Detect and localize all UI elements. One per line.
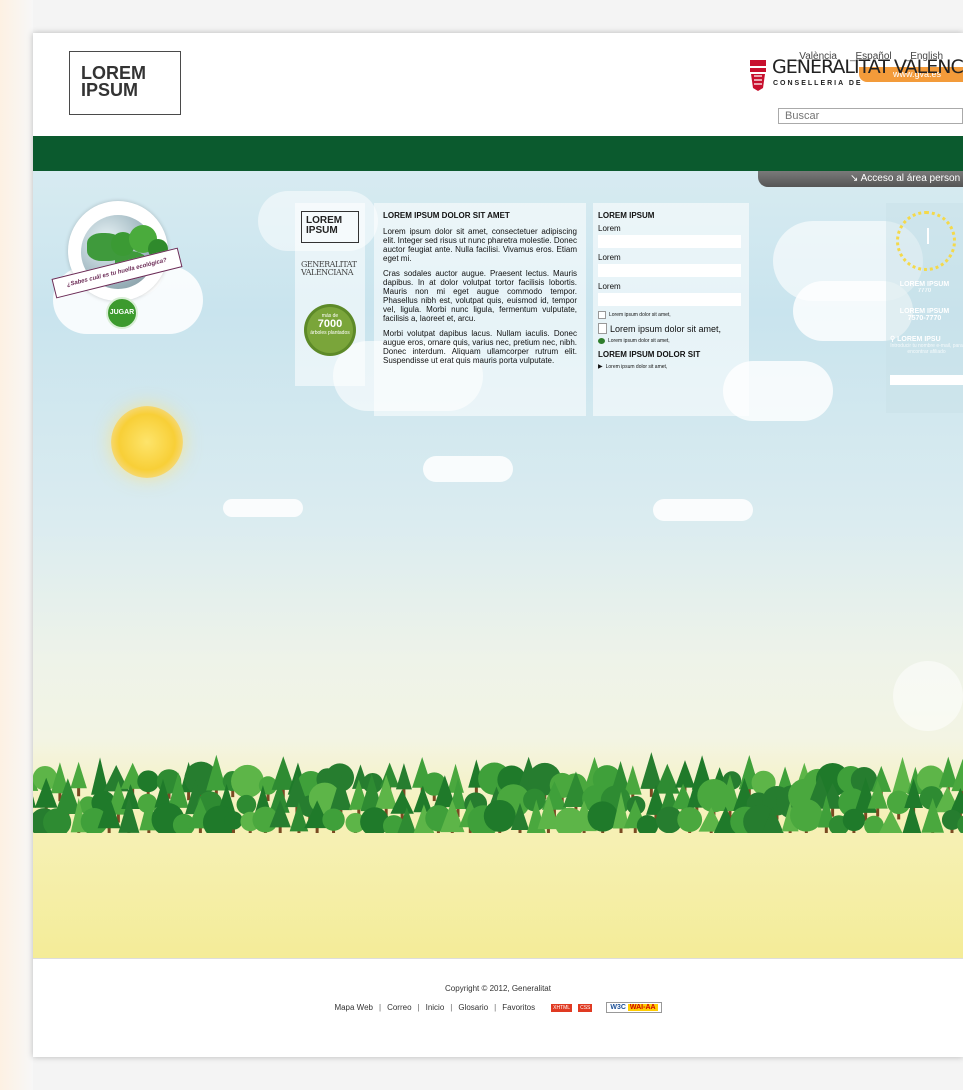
stat-value: 7770 (917, 288, 932, 294)
brand-subtitle: CONSELLERIA DE (773, 80, 863, 87)
stat-title: LOREM IPSUM (899, 308, 950, 315)
field-label: Lorem (598, 282, 621, 291)
tree-link[interactable]: Lorem ipsum dolor sit amet, (598, 338, 744, 344)
stat-title: LOREM IPSU (897, 336, 941, 343)
article-title: LOREM IPSUM DOLOR SIT AMET (383, 211, 510, 220)
document-icon (598, 323, 607, 334)
private-area-label: Acceso al área person (860, 173, 961, 184)
private-area-link[interactable]: ↘ Acceso al área person (758, 171, 963, 187)
search-input[interactable] (778, 108, 963, 124)
checkbox-label: Lorem ipsum dolor sit amet, (609, 312, 671, 318)
form-field-3[interactable] (598, 293, 741, 306)
tree-link-label: Lorem ipsum dolor sit amet, (608, 338, 670, 344)
footer-link-glosario[interactable]: Glosario (458, 1003, 488, 1012)
w3c-wai-badge[interactable]: W3C WAI-AA (606, 1002, 662, 1013)
field-label: Lorem (598, 224, 621, 233)
w3c-label: W3C (610, 1004, 626, 1011)
form-subtitle: LOREM IPSUM DOLOR SIT (598, 350, 701, 359)
site-logo[interactable]: LOREM IPSUM (69, 51, 181, 115)
clock-hand (927, 228, 929, 244)
article-paragraph: Morbi volutpat dapibus lacus. Nullam iac… (383, 329, 577, 365)
arrow-right-icon: ▶ (598, 364, 603, 370)
play-button[interactable]: JUGAR (106, 297, 138, 329)
cloud (893, 661, 963, 731)
main-nav-bar (33, 136, 963, 171)
page-edge (0, 0, 33, 1090)
footer: Copyright © 2012, Generalitat Mapa Web |… (33, 958, 963, 1057)
mini-gen-line2: VALENCIANA (301, 268, 354, 277)
clock-icon (896, 211, 956, 271)
wai-label: WAI-AA (627, 1004, 658, 1011)
affiliate-input[interactable] (890, 375, 963, 385)
right-side-panel: LOREM IPSUM 7770 LOREM IPSUM 7570-7770 ⚲… (886, 203, 963, 413)
logos-column: LOREM IPSUM GENERALITAT VALENCIANA más d… (295, 203, 365, 386)
article-panel: LOREM IPSUM DOLOR SIT AMET Lorem ipsum d… (374, 203, 586, 416)
form-field-2[interactable] (598, 264, 741, 277)
footer-link-mapa-web[interactable]: Mapa Web (334, 1003, 373, 1012)
separator: | (378, 1003, 382, 1012)
arrow-link[interactable]: ▶ Lorem ipsum dolor sit amet, (598, 363, 744, 371)
brand-title: GENERALITAT VALENCIANA (772, 56, 963, 78)
cloud (223, 499, 303, 517)
footer-links: Mapa Web | Correo | Inicio | Glosario | … (33, 1002, 963, 1013)
field-label: Lorem (598, 253, 621, 262)
site-logo-small[interactable]: LOREM IPSUM (301, 211, 359, 243)
ecological-footprint-game[interactable]: ¿Sabes cuál es tu huella ecológica? JUGA… (48, 201, 183, 336)
trees-planted-badge[interactable]: más de 7000 árboles plantados (307, 307, 353, 353)
cloud (653, 499, 753, 521)
search-affiliate-title-row: ⚲ LOREM IPSU (890, 335, 963, 343)
stat-text: Introducir tu nombre e-mail, para encont… (890, 343, 963, 355)
generalitat-emblem-icon (750, 60, 766, 91)
footer-link-favoritos[interactable]: Favoritos (502, 1003, 535, 1012)
counter-value: 7000 (317, 318, 343, 330)
stat-block-1: LOREM IPSUM 7770 (886, 281, 963, 294)
xhtml-badge[interactable]: XHTML (551, 1003, 573, 1012)
separator: | (450, 1003, 453, 1012)
sun (111, 406, 183, 478)
counter-post: árboles plantados (310, 330, 350, 336)
stat-value: 7570-7770 (907, 315, 942, 322)
logo-line2: IPSUM (81, 80, 139, 100)
cloud (423, 456, 513, 482)
document-link[interactable]: Lorem ipsum dolor sit amet, (598, 323, 744, 334)
separator: | (417, 1003, 420, 1012)
forest-illustration (33, 752, 963, 833)
landscape-area: ↘ Acceso al área person ¿Sabes cuál es t… (33, 171, 963, 958)
tree-icon (598, 338, 605, 344)
stat-block-2: LOREM IPSUM 7570-7770 (886, 308, 963, 322)
login-form-panel: LOREM IPSUM Lorem Lorem Lorem Lorem ipsu… (593, 203, 749, 416)
generalitat-logo[interactable]: GENERALITAT VALENCIANA CONSELLERIA DE (748, 56, 963, 96)
document-link-label: Lorem ipsum dolor sit amet, (610, 323, 722, 334)
stat-title: LOREM IPSUM (899, 281, 950, 288)
footer-link-correo[interactable]: Correo (387, 1003, 411, 1012)
separator: | (494, 1003, 497, 1012)
mini-logo-line2: IPSUM (306, 225, 338, 236)
form-field-1[interactable] (598, 235, 741, 248)
arrow-link-label: Lorem ipsum dolor sit amet, (605, 363, 668, 370)
article-paragraph: Cras sodales auctor augue. Praesent lect… (383, 269, 577, 323)
css-badge[interactable]: CSS (578, 1003, 593, 1012)
page: _València _Español _English www.gva.es L… (33, 33, 963, 1057)
search-icon: ⚲ (890, 336, 896, 343)
article-paragraph: Lorem ipsum dolor sit amet, consectetuer… (383, 227, 577, 263)
remember-checkbox-row[interactable]: Lorem ipsum dolor sit amet, (598, 311, 744, 319)
footer-link-inicio[interactable]: Inicio (426, 1003, 445, 1012)
copyright: Copyright © 2012, Generalitat (445, 984, 551, 993)
checkbox-icon[interactable] (598, 311, 606, 319)
generalitat-logo-small[interactable]: GENERALITAT VALENCIANA (301, 261, 357, 277)
search-affiliate-block: ⚲ LOREM IPSU Introducir tu nombre e-mail… (886, 335, 963, 355)
arrow-icon: ↘ (850, 173, 859, 184)
form-title: LOREM IPSUM (598, 211, 655, 220)
